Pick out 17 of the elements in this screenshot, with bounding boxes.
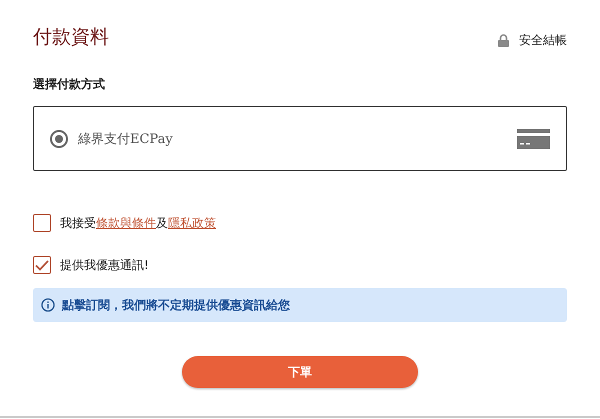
checkbox[interactable] <box>33 256 51 274</box>
payment-option-label: 綠界支付ECPay <box>78 130 174 148</box>
info-icon <box>41 298 55 312</box>
terms-link[interactable]: 隱私政策 <box>168 216 216 230</box>
credit-card-icon <box>517 128 550 148</box>
lock-icon <box>498 34 509 47</box>
radio-button[interactable] <box>50 130 68 148</box>
terms-link[interactable]: 條款與條件 <box>96 216 156 230</box>
checkbox-label: 我接受條款與條件及隱私政策 <box>60 214 216 232</box>
info-text: 點擊訂閱，我們將不定期提供優惠資訊給您 <box>62 296 290 314</box>
page-title: 付款資料 <box>33 25 109 50</box>
checkbox[interactable] <box>33 214 51 232</box>
checkbox-label: 提供我優惠通訊! <box>60 256 149 274</box>
place-order-button[interactable]: 下單 <box>182 356 418 388</box>
section-label: 選擇付款方式 <box>33 76 106 93</box>
payment-option[interactable]: 綠界支付ECPay <box>33 106 567 171</box>
secure-checkout-label: 安全結帳 <box>519 32 567 49</box>
